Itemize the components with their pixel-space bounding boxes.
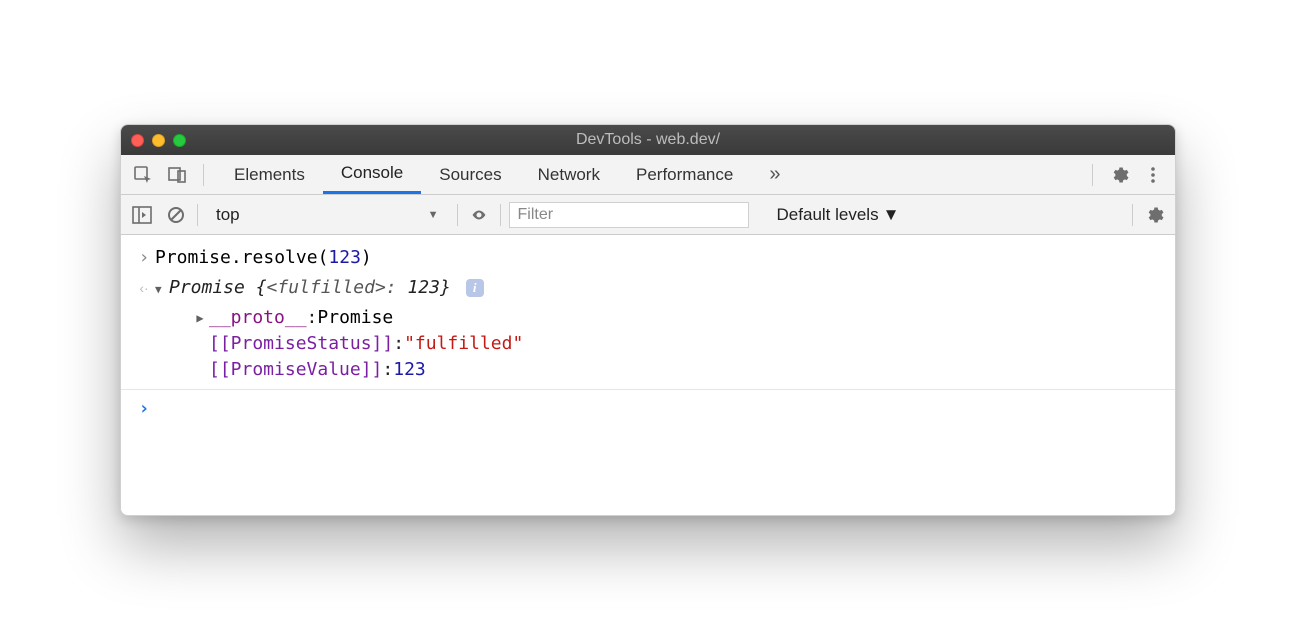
tab-console[interactable]: Console: [323, 155, 421, 194]
console-prompt-row[interactable]: ›: [121, 389, 1175, 424]
disclosure-triangle-icon[interactable]: [155, 277, 169, 303]
internal-slot-key: [[PromiseValue]]: [209, 357, 382, 383]
context-label: top: [216, 205, 240, 225]
promise-status-row[interactable]: [[PromiseStatus]]: "fulfilled": [155, 331, 1175, 357]
console-input-row[interactable]: › Promise.resolve(123): [121, 243, 1175, 273]
close-window-button[interactable]: [131, 134, 144, 147]
divider: [1132, 204, 1133, 226]
execution-context-select[interactable]: top ▼: [206, 205, 449, 225]
divider: [1092, 164, 1093, 186]
internal-slot-value: "fulfilled": [404, 331, 523, 357]
live-expression-icon[interactable]: [466, 202, 492, 228]
divider: [457, 204, 458, 226]
filter-input[interactable]: [509, 202, 749, 228]
info-badge-icon[interactable]: i: [466, 279, 484, 297]
clear-console-icon[interactable]: [163, 202, 189, 228]
internal-slot-value: 123: [393, 357, 426, 383]
divider: [197, 204, 198, 226]
tab-elements[interactable]: Elements: [216, 155, 323, 194]
window-title: DevTools - web.dev/: [131, 131, 1165, 149]
divider: [500, 204, 501, 226]
entered-expression: Promise.resolve(123): [155, 245, 372, 271]
window-controls: [131, 134, 186, 147]
kebab-menu-icon[interactable]: [1139, 161, 1167, 189]
main-tabbar: Elements Console Sources Network Perform…: [121, 155, 1175, 195]
minimize-window-button[interactable]: [152, 134, 165, 147]
tab-performance[interactable]: Performance: [618, 155, 751, 194]
promise-value-row[interactable]: [[PromiseValue]]: 123: [155, 357, 1175, 383]
proto-key: __proto__: [209, 305, 307, 331]
proto-value: Promise: [317, 305, 393, 331]
toggle-device-icon[interactable]: [163, 161, 191, 189]
titlebar[interactable]: DevTools - web.dev/: [121, 125, 1175, 155]
divider: [203, 164, 204, 186]
output-prompt-icon: ‹·: [133, 275, 155, 301]
inspect-element-icon[interactable]: [129, 161, 157, 189]
result-summary: Promise {<fulfilled>: 123} i: [155, 275, 484, 303]
proto-row[interactable]: __proto__: Promise: [155, 305, 1175, 331]
internal-slot-key: [[PromiseStatus]]: [209, 331, 393, 357]
toggle-sidebar-icon[interactable]: [129, 202, 155, 228]
object-tree: __proto__: Promise [[PromiseStatus]]: "f…: [121, 305, 1175, 383]
disclosure-triangle-icon[interactable]: [191, 305, 209, 331]
input-prompt-icon: ›: [133, 245, 155, 271]
tab-sources[interactable]: Sources: [421, 155, 519, 194]
levels-label: Default levels: [777, 205, 879, 225]
panel-tabs: Elements Console Sources Network Perform…: [216, 155, 751, 194]
prompt-icon: ›: [133, 396, 155, 422]
zoom-window-button[interactable]: [173, 134, 186, 147]
more-tabs-icon[interactable]: »: [757, 163, 792, 186]
dropdown-triangle-icon: ▼: [883, 205, 900, 225]
console-settings-icon[interactable]: [1141, 202, 1167, 228]
devtools-window: DevTools - web.dev/ Elements Console Sou…: [120, 124, 1176, 516]
console-toolbar: top ▼ Default levels ▼: [121, 195, 1175, 235]
console-result-row[interactable]: ‹· Promise {<fulfilled>: 123} i: [121, 273, 1175, 305]
console-output: › Promise.resolve(123) ‹· Promise {<fulf…: [121, 235, 1175, 515]
tab-network[interactable]: Network: [520, 155, 618, 194]
settings-icon[interactable]: [1105, 161, 1133, 189]
dropdown-triangle-icon: ▼: [428, 209, 439, 221]
log-levels-select[interactable]: Default levels ▼: [757, 205, 900, 225]
